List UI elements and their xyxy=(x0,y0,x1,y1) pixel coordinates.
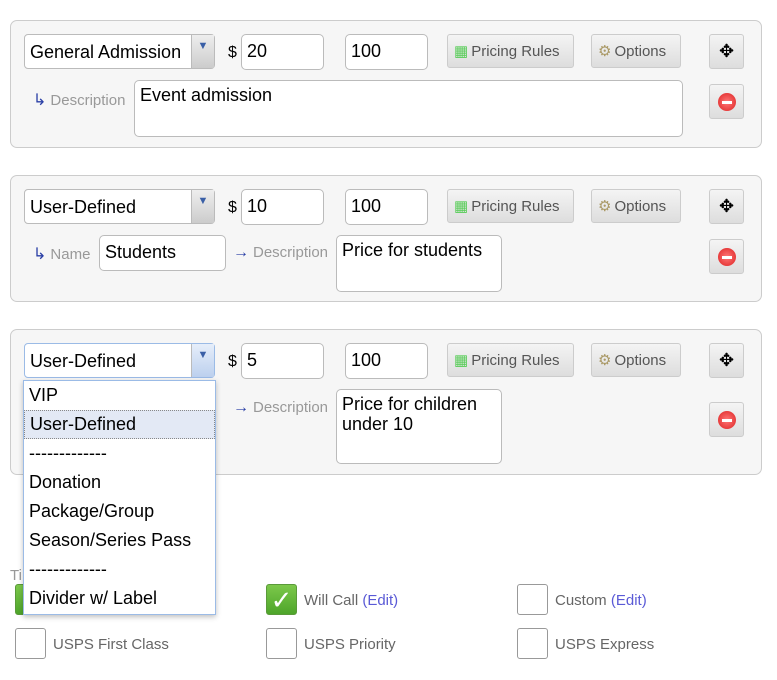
dropdown-separator: ------------- xyxy=(29,559,107,579)
usps-priority-checkbox[interactable] xyxy=(266,628,297,659)
chevron-down-icon: ▼ xyxy=(191,35,214,68)
description-input[interactable]: Event admission xyxy=(134,80,683,137)
ticket-type-select[interactable]: User-Defined ▼ xyxy=(24,189,215,224)
quantity-input[interactable]: 100 xyxy=(345,343,428,379)
dropdown-option[interactable]: Divider w/ Label xyxy=(24,584,215,613)
dropdown-option[interactable]: Package/Group xyxy=(24,497,215,526)
minus-circle-icon xyxy=(717,247,736,266)
delete-button[interactable] xyxy=(709,402,744,437)
check-icon: ✓ xyxy=(270,585,293,615)
minus-circle-icon xyxy=(717,92,736,111)
ticket-type-select[interactable]: General Admission ▼ xyxy=(24,34,215,69)
section-label: Ti xyxy=(10,567,22,584)
minus-circle-icon xyxy=(717,410,736,429)
dropdown-separator: ------------- xyxy=(29,443,107,463)
money-icon: ▦ xyxy=(454,198,469,215)
will-call-edit-link[interactable]: (Edit) xyxy=(362,592,398,609)
price-input[interactable]: 10 xyxy=(241,189,324,225)
move-button[interactable]: ✥ xyxy=(709,34,744,69)
pricing-rules-button[interactable]: ▦ Pricing Rules xyxy=(447,343,574,377)
arrow-down-right-icon: ↳ xyxy=(33,246,47,263)
ticket-panel-2: User-Defined ▼ $ 10 100 ▦ Pricing Rules ⚙ O… xyxy=(10,175,762,302)
price-input[interactable]: 20 xyxy=(241,34,324,70)
dropdown-option[interactable]: Season/Series Pass xyxy=(24,526,215,555)
move-icon: ✥ xyxy=(718,350,735,370)
description-input[interactable]: Price for students xyxy=(336,235,502,292)
gear-icon: ⚙ xyxy=(598,43,612,60)
usps-first-class-checkbox[interactable] xyxy=(15,628,46,659)
dropdown-option-selected[interactable]: User-Defined xyxy=(24,410,215,439)
pricing-rules-button[interactable]: ▦ Pricing Rules xyxy=(447,34,574,68)
money-icon: ▦ xyxy=(454,43,469,60)
description-label: Description xyxy=(50,92,126,109)
currency-symbol: $ xyxy=(228,353,237,370)
currency-symbol: $ xyxy=(228,44,237,61)
options-button[interactable]: ⚙ Options xyxy=(591,189,681,223)
arrow-right-icon: → xyxy=(233,244,249,261)
money-icon: ▦ xyxy=(454,352,469,369)
arrow-right-icon: → xyxy=(233,399,249,416)
description-input[interactable]: Price for children under 10 xyxy=(336,389,502,464)
description-label: Description xyxy=(253,399,329,416)
gear-icon: ⚙ xyxy=(598,198,612,215)
description-label: Description xyxy=(253,244,329,261)
quantity-input[interactable]: 100 xyxy=(345,189,428,225)
name-label: Name xyxy=(50,246,91,263)
pricing-rules-button[interactable]: ▦ Pricing Rules xyxy=(447,189,574,223)
usps-express-checkbox[interactable] xyxy=(517,628,548,659)
options-button[interactable]: ⚙ Options xyxy=(591,34,681,68)
move-icon: ✥ xyxy=(718,41,735,61)
ticket-type-dropdown-list[interactable]: VIP User-Defined ------------- Donation … xyxy=(23,380,216,615)
name-input[interactable]: Students xyxy=(99,235,226,271)
options-button[interactable]: ⚙ Options xyxy=(591,343,681,377)
ticket-panel-1: General Admission ▼ $ 20 100 ▦ Pricing Rul… xyxy=(10,20,762,148)
custom-edit-link[interactable]: (Edit) xyxy=(611,592,647,609)
ticket-type-select[interactable]: User-Defined ▼ xyxy=(24,343,215,378)
move-button[interactable]: ✥ xyxy=(709,343,744,378)
custom-checkbox[interactable] xyxy=(517,584,548,615)
gear-icon: ⚙ xyxy=(598,352,612,369)
chevron-down-icon: ▼ xyxy=(191,190,214,223)
quantity-input[interactable]: 100 xyxy=(345,34,428,70)
chevron-down-icon: ▼ xyxy=(191,344,214,377)
dropdown-option[interactable]: VIP xyxy=(24,381,215,410)
arrow-down-right-icon: ↳ xyxy=(33,92,47,109)
move-button[interactable]: ✥ xyxy=(709,189,744,224)
will-call-checkbox[interactable]: ✓ xyxy=(266,584,297,615)
price-input[interactable]: 5 xyxy=(241,343,324,379)
delete-button[interactable] xyxy=(709,84,744,119)
dropdown-option[interactable]: Donation xyxy=(24,468,215,497)
currency-symbol: $ xyxy=(228,199,237,216)
move-icon: ✥ xyxy=(718,196,735,216)
delete-button[interactable] xyxy=(709,239,744,274)
